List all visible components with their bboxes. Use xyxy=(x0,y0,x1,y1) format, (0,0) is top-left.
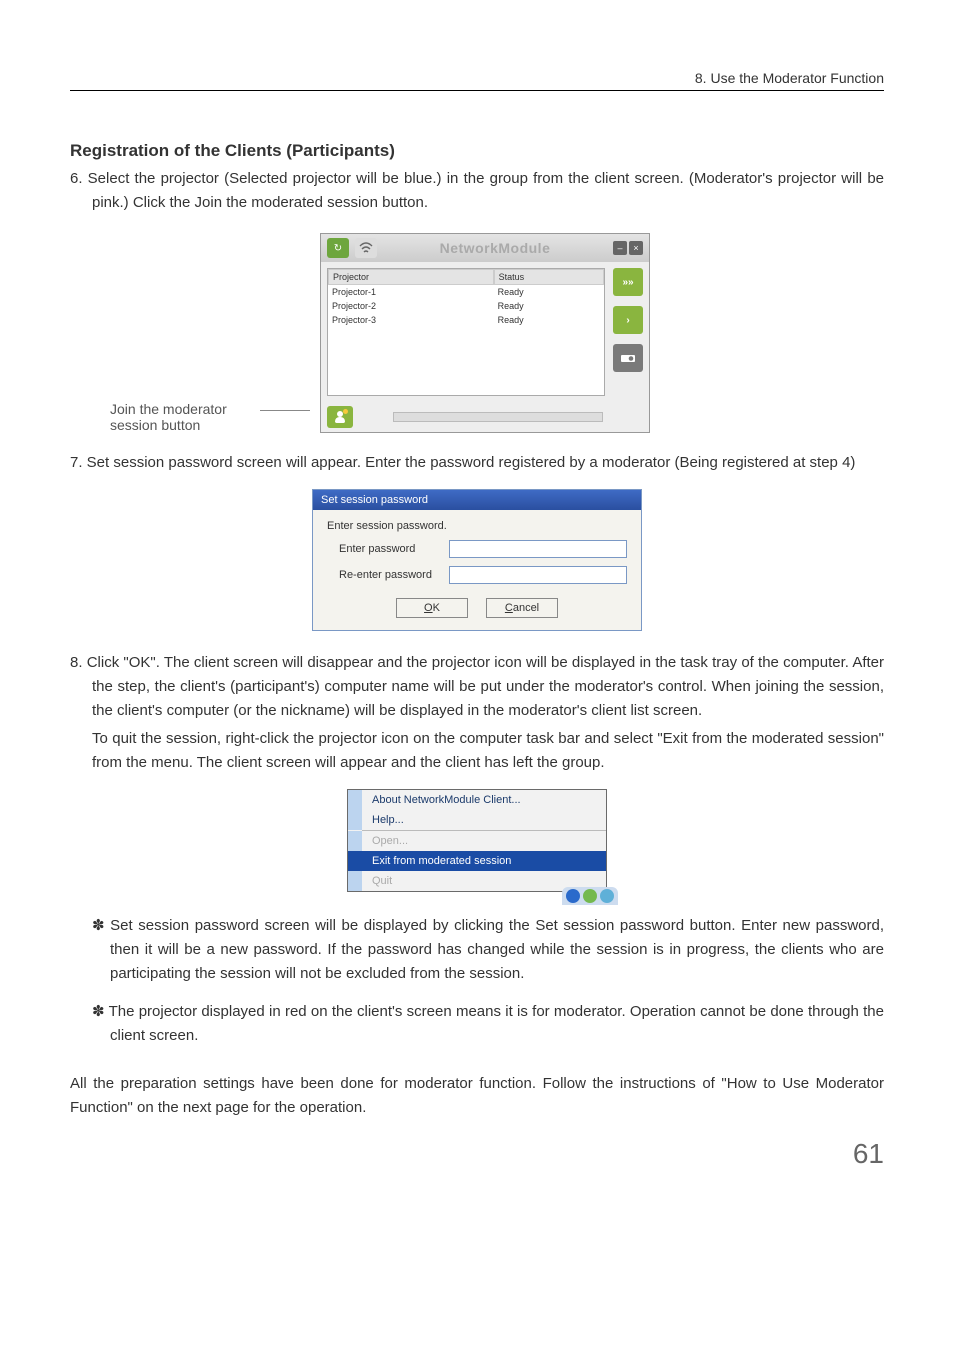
reenter-password-label: Re-enter password xyxy=(327,569,437,581)
chapter-header: 8. Use the Moderator Function xyxy=(70,70,884,91)
reenter-password-input[interactable] xyxy=(449,566,627,584)
note-1: ✽ Set session password screen will be di… xyxy=(70,914,884,986)
note-2: ✽ The projector displayed in red on the … xyxy=(70,1000,884,1048)
dialog-prompt: Enter session password. xyxy=(327,520,627,532)
join-moderator-session-button[interactable] xyxy=(327,406,353,428)
capture-one-button[interactable]: › xyxy=(613,306,643,334)
capture-all-button[interactable]: »» xyxy=(613,268,643,296)
projector-control-button[interactable] xyxy=(613,344,643,372)
col-projector[interactable]: Projector xyxy=(328,269,494,285)
menu-open: Open... xyxy=(348,831,606,851)
projector-table: Projector Status Projector-1 Ready Proje… xyxy=(327,268,605,396)
tray-icon[interactable] xyxy=(583,889,597,903)
menu-about[interactable]: About NetworkModule Client... xyxy=(348,790,606,810)
page-number: 61 xyxy=(70,1138,884,1170)
dialog-title: Set session password xyxy=(313,490,641,510)
close-icon[interactable]: × xyxy=(629,241,643,255)
ok-button[interactable]: OK xyxy=(396,598,468,618)
system-tray xyxy=(562,887,618,905)
step-6-text: 6. Select the projector (Selected projec… xyxy=(70,167,884,215)
table-row[interactable]: Projector-1 Ready xyxy=(328,285,604,299)
figure-networkmodule: Join the moderator session button ↻ Netw… xyxy=(70,233,884,433)
menu-exit-moderated-session[interactable]: Exit from moderated session xyxy=(348,851,606,871)
table-row[interactable]: Projector-3 Ready xyxy=(328,313,604,327)
section-title: Registration of the Clients (Participant… xyxy=(70,141,884,161)
menu-help[interactable]: Help... xyxy=(348,810,606,830)
enter-password-label: Enter password xyxy=(327,543,437,555)
set-session-password-dialog: Set session password Enter session passw… xyxy=(312,489,642,631)
callout-line xyxy=(260,410,310,411)
enter-password-input[interactable] xyxy=(449,540,627,558)
wifi-icon[interactable] xyxy=(355,238,377,258)
footer-scrollbar[interactable] xyxy=(393,412,603,422)
tray-projector-icon[interactable] xyxy=(566,889,580,903)
table-row[interactable]: Projector-2 Ready xyxy=(328,299,604,313)
step-8-text: 8. Click "OK". The client screen will di… xyxy=(70,651,884,775)
callout-join-moderator: Join the moderator session button xyxy=(110,401,250,433)
networkmodule-window: ↻ NetworkModule – × Projector Status Pro… xyxy=(320,233,650,433)
footer-text: All the preparation settings have been d… xyxy=(70,1072,884,1120)
refresh-icon[interactable]: ↻ xyxy=(327,238,349,258)
context-menu: About NetworkModule Client... Help... Op… xyxy=(347,789,607,892)
step-7-text: 7. Set session password screen will appe… xyxy=(70,451,884,475)
tray-icon[interactable] xyxy=(600,889,614,903)
col-status[interactable]: Status xyxy=(494,269,604,285)
window-title: NetworkModule xyxy=(383,240,607,256)
minimize-icon[interactable]: – xyxy=(613,241,627,255)
cancel-button[interactable]: Cancel xyxy=(486,598,558,618)
